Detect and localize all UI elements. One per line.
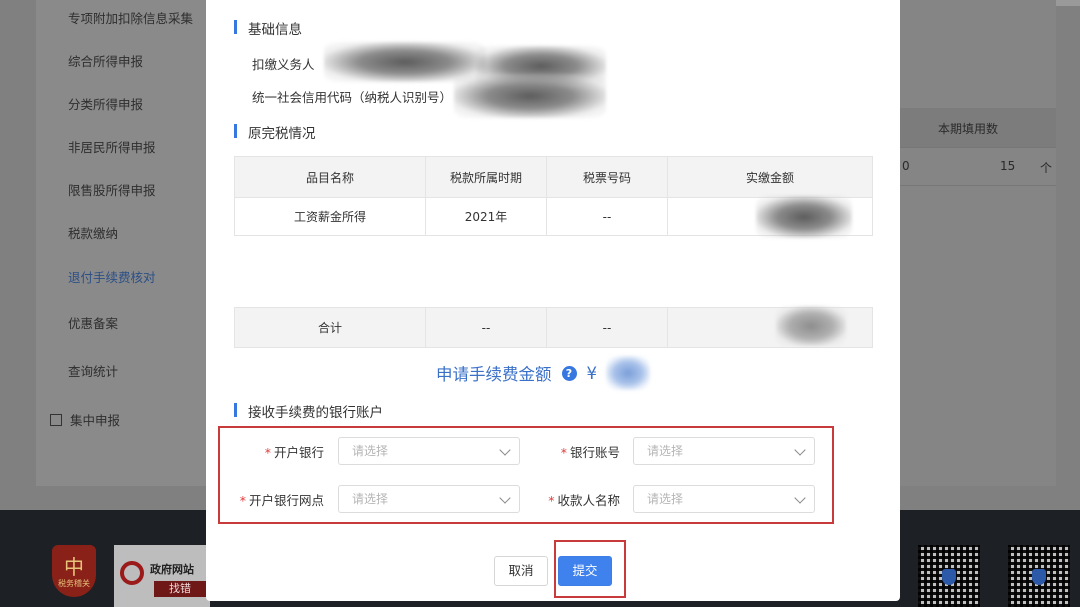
submit-button[interactable]: 提交 — [558, 556, 612, 586]
field-label-text: 收款人名称 — [557, 493, 620, 508]
redacted-fee-amount — [606, 356, 650, 390]
shield-icon — [942, 569, 956, 585]
sidebar-item-restricted-stock[interactable]: 限售股所得申报 — [68, 180, 156, 199]
gov-badge-subtitle: 找错 — [154, 581, 206, 597]
required-mark: * — [548, 493, 555, 508]
sidebar-item-comprehensive-income[interactable]: 综合所得申报 — [68, 51, 143, 70]
shield-icon — [1032, 569, 1046, 585]
redacted-total-amount — [776, 306, 846, 346]
gov-badge-title: 政府网站 — [150, 563, 194, 576]
table-cell: 15 — [1000, 159, 1016, 173]
branch-select[interactable]: 请选择 — [338, 485, 520, 513]
fee-amount-row: 申请手续费金额 ? ¥ — [436, 360, 597, 386]
sidebar-item-tax-payment[interactable]: 税款缴纳 — [68, 223, 118, 242]
basic-info-title: 基础信息 — [234, 18, 302, 38]
bank-label: * 开户银行 — [264, 442, 324, 461]
column-header: 税款所属时期 — [425, 156, 547, 198]
table-cell: 合计 — [234, 307, 426, 348]
required-mark: * — [239, 493, 246, 508]
sidebar-item-preferential-filing[interactable]: 优惠备案 — [68, 313, 118, 332]
table-cell: 个 — [1040, 161, 1053, 175]
redacted-credit-code — [454, 74, 606, 118]
sidebar-item-classified-income[interactable]: 分类所得申报 — [68, 94, 143, 113]
sidebar-item-query-statistics[interactable]: 查询统计 — [68, 361, 118, 380]
currency-symbol: ¥ — [586, 363, 598, 383]
required-mark: * — [264, 445, 271, 460]
table-cell: -- — [546, 307, 668, 348]
sidebar-item-refund-fee-check[interactable]: 退付手续费核对 — [68, 267, 156, 286]
column-header: 品目名称 — [234, 156, 426, 198]
branch-label: * 开户银行网点 — [236, 490, 324, 509]
cancel-button[interactable]: 取消 — [494, 556, 548, 586]
table-header-row: 品目名称 税款所属时期 税票号码 实缴金额 — [234, 156, 873, 198]
tax-status-title: 原完税情况 — [234, 122, 316, 142]
sidebar-item-special-deduction[interactable]: 专项附加扣除信息采集 — [68, 8, 193, 27]
table-cell: 2021年 — [425, 197, 547, 236]
sidebar-item-nonresident-income[interactable]: 非居民所得申报 — [68, 137, 156, 156]
bank-select[interactable]: 请选择 — [338, 437, 520, 465]
help-icon[interactable]: ? — [561, 365, 577, 381]
credit-code-label: 统一社会信用代码（纳税人识别号） — [252, 90, 453, 105]
table-cell: -- — [546, 197, 668, 236]
column-header: 实缴金额 — [667, 156, 873, 198]
payee-select[interactable]: 请选择 — [633, 485, 815, 513]
field-label-text: 开户银行网点 — [248, 493, 324, 508]
chevron-down-icon — [499, 492, 511, 504]
refund-fee-dialog: 基础信息 扣缴义务人 统一社会信用代码（纳税人识别号） 原完税情况 品目名称 税… — [206, 0, 900, 601]
account-label: * 银行账号 — [546, 442, 620, 461]
payee-select-placeholder: 请选择 — [647, 492, 684, 506]
branch-select-placeholder: 请选择 — [352, 492, 389, 506]
account-select-placeholder: 请选择 — [647, 444, 684, 458]
account-select[interactable]: 请选择 — [633, 437, 815, 465]
table-cell: -- — [425, 307, 547, 348]
background-table-header: 本期填用数 — [880, 108, 1056, 148]
table-cell: 工资薪金所得 — [234, 197, 426, 236]
qr-code-icon — [1008, 545, 1070, 607]
bank-account-title: 接收手续费的银行账户 — [234, 401, 383, 421]
field-label-text: 银行账号 — [569, 445, 620, 460]
table-cell: 0 — [902, 159, 910, 173]
gov-site-error-badge[interactable]: 政府网站 找错 — [114, 545, 210, 607]
background-table-row: 0 15 个 — [880, 148, 1056, 186]
redacted-amount — [756, 196, 852, 238]
chevron-down-icon — [499, 444, 511, 456]
payee-label: * 收款人名称 — [532, 490, 620, 509]
magnifier-icon — [120, 561, 144, 585]
sidebar-item-centralized-filing[interactable]: 集中申报 — [50, 410, 120, 429]
chevron-down-icon — [794, 444, 806, 456]
column-header: 税票号码 — [546, 156, 668, 198]
withholding-agent-label: 扣缴义务人 — [252, 57, 315, 72]
sidebar-item-label: 集中申报 — [70, 413, 121, 428]
qr-code-icon — [918, 545, 980, 607]
chevron-down-icon — [794, 492, 806, 504]
table-row — [234, 235, 873, 308]
column-header: 本期填用数 — [938, 122, 999, 136]
required-mark: * — [560, 445, 567, 460]
field-label-text: 开户银行 — [273, 445, 324, 460]
bank-select-placeholder: 请选择 — [352, 444, 389, 458]
fee-amount-label: 申请手续费金额 — [436, 365, 552, 384]
tax-emblem-icon: 税务稽关 中 — [52, 545, 96, 597]
grid-icon — [50, 414, 62, 426]
